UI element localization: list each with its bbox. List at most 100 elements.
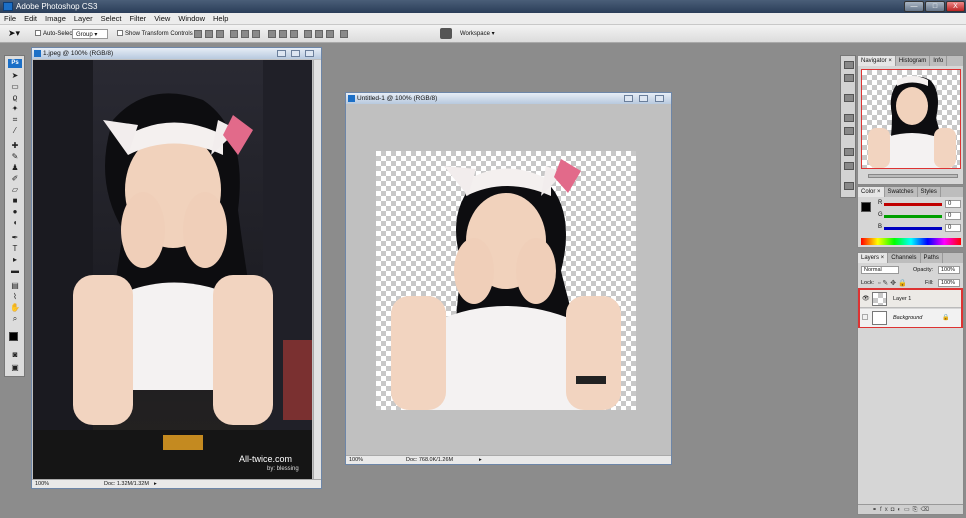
doc1-canvas[interactable]: All-twice.com by: blessing xyxy=(33,60,312,479)
doc1-doc-info[interactable]: Doc: 1.32M/1.32M xyxy=(104,480,149,489)
menu-select[interactable]: Select xyxy=(97,13,126,25)
layer-row-layer-1[interactable]: 👁 Layer 1 xyxy=(860,290,961,308)
tab-paths[interactable]: Paths xyxy=(921,253,943,263)
marquee-tool-icon[interactable]: ▭ xyxy=(10,83,20,91)
color-channel-r-value[interactable]: 0 xyxy=(945,200,961,208)
tab-swatches[interactable]: Swatches xyxy=(885,187,918,197)
auto-select-control[interactable]: Auto-Select: xyxy=(35,29,76,39)
show-transform-control[interactable]: Show Transform Controls xyxy=(117,29,193,39)
color-channel-b-slider[interactable] xyxy=(884,227,942,230)
align-middle-icon[interactable] xyxy=(205,30,213,38)
new-group-icon[interactable]: ▭ xyxy=(904,507,913,513)
crop-tool-icon[interactable]: ⌗ xyxy=(10,116,20,124)
distribute-center-icon[interactable] xyxy=(315,30,323,38)
align-top-icon[interactable] xyxy=(194,30,202,38)
visibility-eye-icon[interactable]: 👁 xyxy=(862,295,870,302)
character-panel-icon[interactable] xyxy=(844,148,854,156)
tab-info[interactable]: Info xyxy=(930,56,948,66)
color-channel-r-slider[interactable] xyxy=(884,203,942,206)
tab-styles[interactable]: Styles xyxy=(918,187,941,197)
doc2-minimize-button[interactable] xyxy=(624,95,633,102)
align-center-icon[interactable] xyxy=(241,30,249,38)
show-transform-checkbox[interactable] xyxy=(117,30,123,37)
doc2-title-bar[interactable]: Untitled-1 @ 100% (RGB/8) xyxy=(346,93,671,104)
distribute-bottom-icon[interactable] xyxy=(290,30,298,38)
brush-tool-icon[interactable]: ✎ xyxy=(10,153,20,161)
tab-channels[interactable]: Channels xyxy=(888,253,921,263)
doc2-maximize-button[interactable] xyxy=(639,95,648,102)
close-button[interactable]: X xyxy=(946,1,965,12)
minimize-button[interactable]: — xyxy=(904,1,924,12)
eraser-tool-icon[interactable]: ▱ xyxy=(10,186,20,194)
distribute-left-icon[interactable] xyxy=(304,30,312,38)
menu-view[interactable]: View xyxy=(150,13,174,25)
menu-layer[interactable]: Layer xyxy=(70,13,97,25)
blend-mode-dropdown[interactable]: Normal xyxy=(861,266,899,274)
doc1-status-arrow-icon[interactable]: ▸ xyxy=(154,480,157,489)
layer-row-background[interactable]: Background 🔒 xyxy=(860,309,961,327)
opacity-value[interactable]: 100% xyxy=(938,266,960,274)
move-tool-icon[interactable]: ➤▾ xyxy=(8,28,20,39)
color-channel-g-slider[interactable] xyxy=(884,215,942,218)
menu-window[interactable]: Window xyxy=(174,13,209,25)
navigator-thumbnail[interactable] xyxy=(861,69,961,169)
doc1-maximize-button[interactable] xyxy=(291,50,300,57)
paragraph-panel-icon[interactable] xyxy=(844,162,854,170)
history-panel-icon[interactable] xyxy=(844,114,854,122)
layer-style-icon[interactable]: fx xyxy=(880,507,891,513)
foreground-color-swatch[interactable] xyxy=(9,332,18,341)
distribute-top-icon[interactable] xyxy=(268,30,276,38)
doc2-canvas[interactable] xyxy=(376,151,636,410)
workspace-menu[interactable]: Workspace ▾ xyxy=(460,29,495,39)
doc2-status-arrow-icon[interactable]: ▸ xyxy=(479,456,482,465)
tab-layers[interactable]: Layers × xyxy=(858,253,889,263)
document-window-2[interactable]: Untitled-1 @ 100% (RGB/8) 100% Doc: 768.… xyxy=(345,92,672,465)
tab-histogram[interactable]: Histogram xyxy=(896,56,931,66)
dodge-tool-icon[interactable]: ◖ xyxy=(10,219,20,227)
tool-presets-panel-icon[interactable] xyxy=(844,74,854,82)
color-channel-b-value[interactable]: 0 xyxy=(945,224,961,232)
auto-select-checkbox[interactable] xyxy=(35,30,41,37)
slice-tool-icon[interactable]: ⁄ xyxy=(10,127,20,135)
brushes-panel-icon[interactable] xyxy=(844,61,854,69)
screen-mode-icon[interactable]: ▣ xyxy=(10,364,20,372)
align-bottom-icon[interactable] xyxy=(216,30,224,38)
color-spectrum-ramp[interactable] xyxy=(861,238,961,245)
move-tool-icon[interactable]: ➤ xyxy=(10,72,20,80)
tab-color[interactable]: Color × xyxy=(858,187,885,197)
maximize-button[interactable]: □ xyxy=(925,1,945,12)
menu-edit[interactable]: Edit xyxy=(20,13,41,25)
bridge-icon[interactable] xyxy=(440,28,452,39)
menu-help[interactable]: Help xyxy=(209,13,232,25)
menu-filter[interactable]: Filter xyxy=(126,13,151,25)
tab-navigator[interactable]: Navigator × xyxy=(858,56,896,66)
gradient-tool-icon[interactable]: ■ xyxy=(10,197,20,205)
delete-layer-icon[interactable]: ⌫ xyxy=(920,507,931,513)
link-layers-icon[interactable]: ⚭ xyxy=(872,507,880,513)
history-brush-tool-icon[interactable]: ✐ xyxy=(10,175,20,183)
path-selection-tool-icon[interactable]: ▸ xyxy=(10,256,20,264)
color-foreground-swatch[interactable] xyxy=(861,202,871,212)
quick-mask-icon[interactable]: ◙ xyxy=(10,351,20,359)
visibility-toggle-box[interactable] xyxy=(862,314,868,320)
zoom-tool-icon[interactable]: ⌕ xyxy=(10,315,20,323)
shape-tool-icon[interactable]: ▬ xyxy=(10,267,20,275)
notes-tool-icon[interactable]: ▤ xyxy=(10,282,20,290)
hand-tool-icon[interactable]: ✋ xyxy=(10,304,20,312)
type-tool-icon[interactable]: T xyxy=(10,245,20,253)
eyedropper-tool-icon[interactable]: ⌇ xyxy=(10,293,20,301)
doc1-zoom[interactable]: 100% xyxy=(32,481,49,487)
navigator-zoom-slider[interactable] xyxy=(868,174,958,178)
document-window-1[interactable]: 1.jpeg @ 100% (RGB/8) All-twice.com by: … xyxy=(31,47,322,489)
pen-tool-icon[interactable]: ✒ xyxy=(10,234,20,242)
color-channel-g-value[interactable]: 0 xyxy=(945,212,961,220)
menu-image[interactable]: Image xyxy=(41,13,70,25)
auto-select-dropdown[interactable]: Group ▾ xyxy=(72,29,108,39)
lasso-tool-icon[interactable]: ϱ xyxy=(10,94,20,102)
align-right-icon[interactable] xyxy=(252,30,260,38)
fill-value[interactable]: 100% xyxy=(938,279,960,287)
doc1-title-bar[interactable]: 1.jpeg @ 100% (RGB/8) xyxy=(32,48,321,59)
actions-panel-icon[interactable] xyxy=(844,127,854,135)
distribute-middle-icon[interactable] xyxy=(279,30,287,38)
distribute-right-icon[interactable] xyxy=(326,30,334,38)
